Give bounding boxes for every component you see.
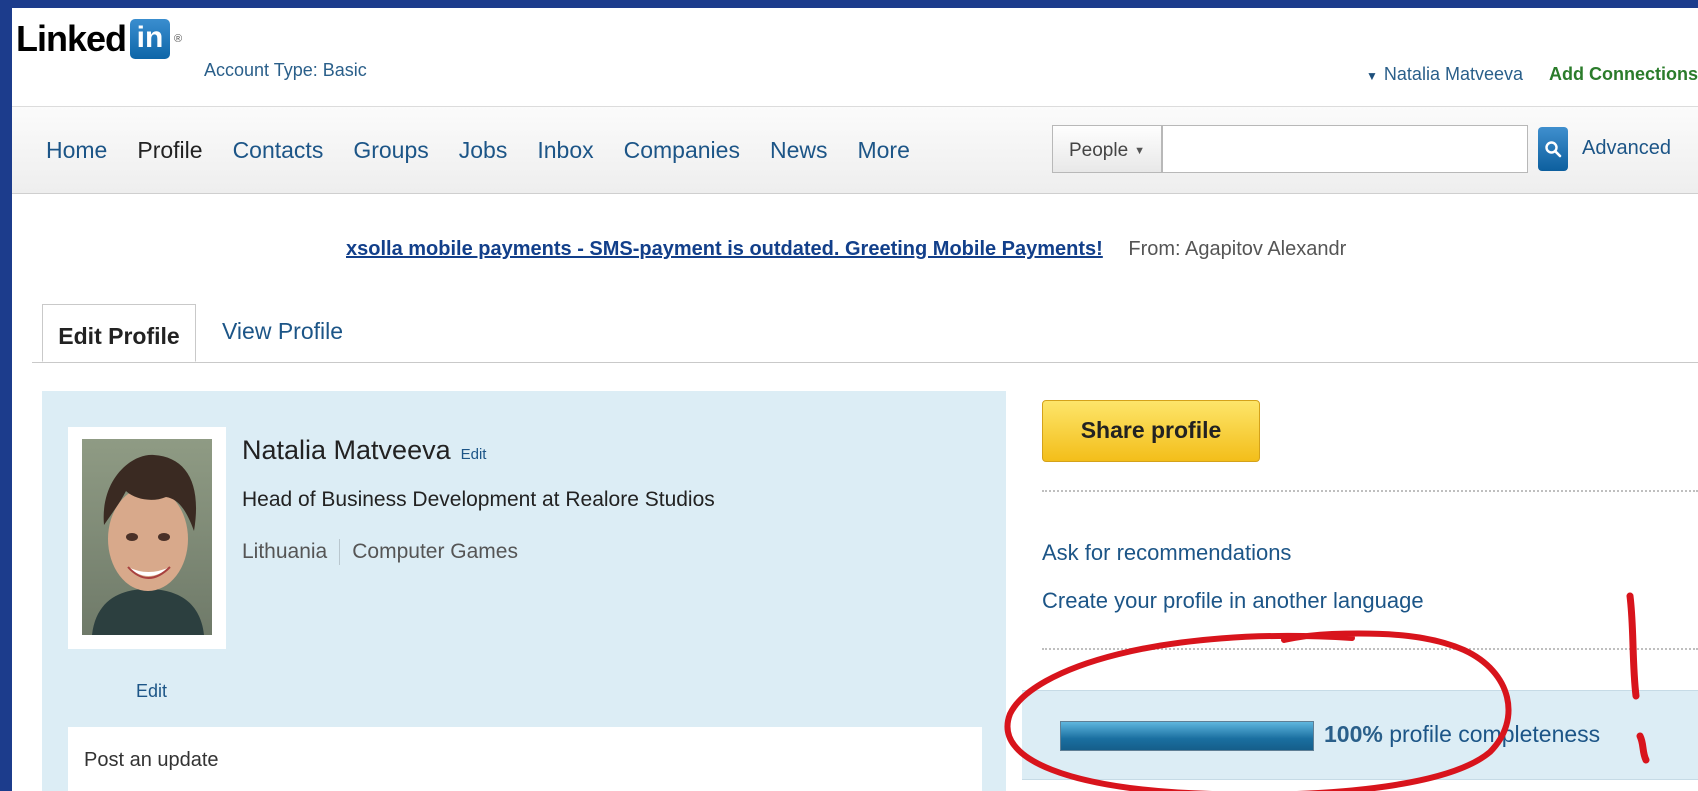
add-connections-link[interactable]: Add Connections xyxy=(1549,64,1698,85)
completeness-label: profile completeness xyxy=(1389,721,1601,747)
nav-menu: Home Profile Contacts Groups Jobs Inbox … xyxy=(46,137,940,164)
post-update-placeholder: Post an update xyxy=(84,749,219,771)
user-name-dropdown[interactable]: ▼ Natalia Matveeva xyxy=(1366,64,1523,85)
share-profile-button[interactable]: Share profile xyxy=(1042,400,1260,462)
search-button[interactable] xyxy=(1538,127,1568,171)
completeness-text[interactable]: 100% profile completeness xyxy=(1324,721,1600,748)
linkedin-logo[interactable]: Linked in ® xyxy=(16,18,182,60)
profile-photo-frame xyxy=(68,427,226,649)
completeness-percent: 100% xyxy=(1324,721,1383,747)
user-menu: ▼ Natalia Matveeva Add Connections xyxy=(1366,64,1698,85)
search-icon xyxy=(1545,141,1562,158)
account-type: Account Type: Basic xyxy=(204,60,367,80)
registered-mark: ® xyxy=(174,33,183,45)
search-input[interactable] xyxy=(1162,125,1528,173)
profile-location-line: Lithuania Computer Games xyxy=(242,539,518,565)
nav-inbox[interactable]: Inbox xyxy=(537,137,593,164)
tab-view-profile[interactable]: View Profile xyxy=(222,318,343,345)
edit-name-link[interactable]: Edit xyxy=(461,446,487,463)
post-update-box[interactable]: Post an update xyxy=(68,727,982,791)
tab-edit-profile[interactable]: Edit Profile xyxy=(42,304,196,362)
profile-industry[interactable]: Computer Games xyxy=(352,540,518,564)
create-language-profile-link[interactable]: Create your profile in another language xyxy=(1042,588,1424,614)
profile-headline: Head of Business Development at Realore … xyxy=(242,488,715,511)
profile-summary-panel: Edit Natalia Matveeva Edit Head of Busine… xyxy=(42,391,1006,791)
nav-groups[interactable]: Groups xyxy=(353,137,428,164)
ask-recommendations-link[interactable]: Ask for recommendations xyxy=(1042,540,1291,566)
nav-contacts[interactable]: Contacts xyxy=(233,137,324,164)
dropdown-arrow-icon: ▼ xyxy=(1134,144,1146,157)
sponsored-ad: xsolla mobile payments - SMS-payment is … xyxy=(346,238,1346,261)
nav-profile[interactable]: Profile xyxy=(137,137,202,164)
annotation-mark xyxy=(1626,592,1640,700)
search-category-label: People xyxy=(1069,140,1129,161)
logo-wordmark: Linked xyxy=(16,18,127,59)
profile-name: Natalia Matveeva xyxy=(242,435,451,465)
nav-companies[interactable]: Companies xyxy=(624,137,740,164)
completeness-progress-bar xyxy=(1060,721,1314,751)
logo-in-badge: in xyxy=(130,19,171,59)
profile-completeness-band: 100% profile completeness xyxy=(1022,690,1698,780)
search-category-select[interactable]: People ▼ xyxy=(1052,125,1162,173)
profile-photo[interactable] xyxy=(82,439,212,635)
caret-down-icon: ▼ xyxy=(1366,69,1378,83)
dotted-divider xyxy=(1042,490,1698,492)
edit-photo-link[interactable]: Edit xyxy=(136,681,167,702)
dotted-divider xyxy=(1042,648,1698,650)
nav-more[interactable]: More xyxy=(857,137,909,164)
nav-home[interactable]: Home xyxy=(46,137,107,164)
nav-news[interactable]: News xyxy=(770,137,828,164)
completeness-progress-fill xyxy=(1061,722,1313,750)
user-name-label: Natalia Matveeva xyxy=(1383,64,1523,84)
profile-tabs: Edit Profile View Profile xyxy=(32,298,1698,363)
divider xyxy=(339,539,341,565)
profile-name-line: Natalia Matveeva Edit xyxy=(242,435,486,466)
main-navbar: Home Profile Contacts Groups Jobs Inbox … xyxy=(12,106,1698,194)
ad-from: From: Agapitov Alexandr xyxy=(1128,238,1347,260)
ad-link[interactable]: xsolla mobile payments - SMS-payment is … xyxy=(346,238,1103,260)
nav-jobs[interactable]: Jobs xyxy=(459,137,508,164)
linkedin-page: Linked in ® Account Type: Basic ▼ Natalia… xyxy=(12,8,1698,791)
advanced-search-link[interactable]: Advanced xyxy=(1582,137,1671,160)
profile-location[interactable]: Lithuania xyxy=(242,540,327,564)
